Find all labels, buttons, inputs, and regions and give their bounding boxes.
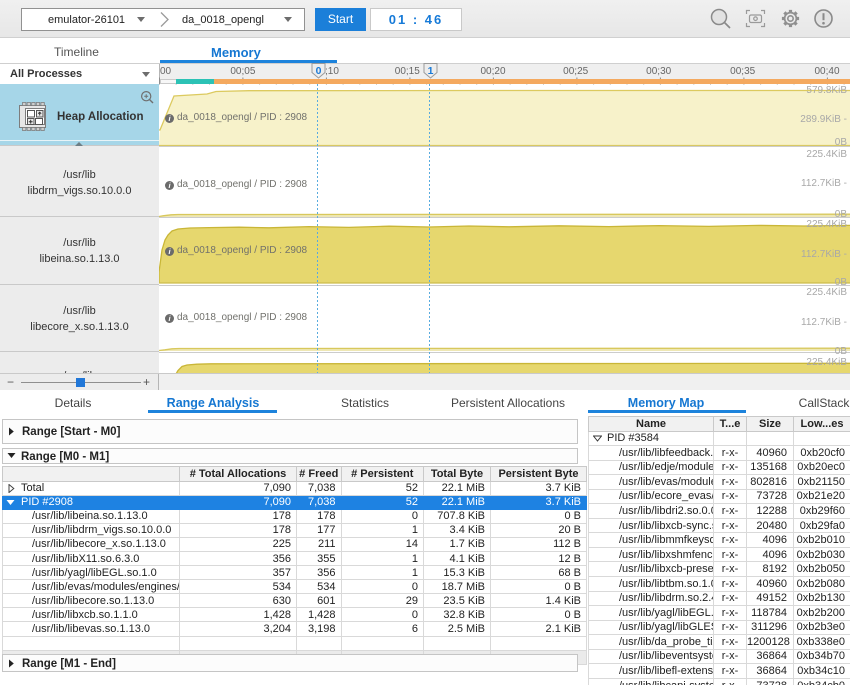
svg-text:1: 1 (428, 65, 434, 77)
svg-text:0: 0 (315, 65, 321, 77)
